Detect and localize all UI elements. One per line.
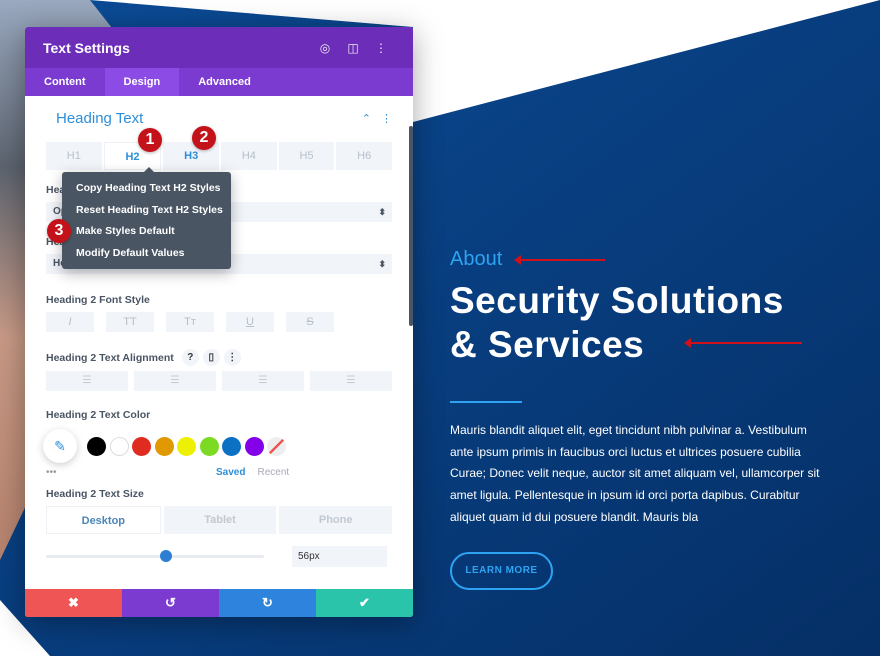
menu-item-copy-styles[interactable]: Copy Heading Text H2 Styles (76, 178, 221, 200)
title-line-2: & Services (450, 324, 645, 365)
hero-section: About Security Solutions & Services Mauri… (450, 248, 825, 590)
more-colors-button[interactable]: ••• (46, 467, 216, 478)
step-badge-3: 3 (47, 219, 71, 243)
section-title[interactable]: Heading Text (56, 110, 352, 127)
device-tab-phone[interactable]: Phone (279, 506, 393, 534)
color-swatch[interactable] (87, 436, 106, 456)
options-icon[interactable]: ⋮ (223, 349, 241, 366)
help-icon[interactable]: ? (181, 349, 199, 366)
alignment-label: Heading 2 Text Alignment (46, 351, 174, 364)
body-paragraph: Mauris blandit aliquet elit, eget tincid… (450, 423, 820, 524)
color-swatch[interactable] (222, 436, 241, 456)
heading-tab-h4[interactable]: H4 (221, 142, 277, 170)
tab-design[interactable]: Design (104, 68, 180, 96)
color-swatch[interactable] (244, 436, 264, 456)
heading-tab-h1[interactable]: H1 (46, 142, 102, 170)
text-settings-modal: Text Settings ◎ ◫ ⋮ Content Design Advan… (25, 27, 413, 617)
menu-item-modify-defaults[interactable]: Modify Default Values (76, 243, 217, 265)
align-justify-button[interactable]: ☰ (310, 371, 392, 391)
modal-title: Text Settings (43, 39, 130, 56)
font-style-label: Heading 2 Font Style (46, 294, 150, 306)
heading-level-tabs: H1 H2 H3 H4 H5 H6 (46, 142, 393, 170)
saved-colors-tab[interactable]: Saved (216, 467, 245, 478)
responsive-icon[interactable]: ▯ (202, 349, 220, 366)
italic-button[interactable]: I (46, 312, 94, 332)
strikethrough-button[interactable]: S (286, 312, 334, 332)
device-tab-tablet[interactable]: Tablet (163, 506, 277, 534)
undo-button[interactable]: ↺ (122, 589, 219, 617)
color-swatch[interactable] (154, 436, 174, 456)
modal-header: Text Settings ◎ ◫ ⋮ (25, 27, 413, 68)
recent-colors-tab[interactable]: Recent (257, 467, 289, 478)
title-line-1: Security Solutions (450, 280, 784, 321)
cancel-button[interactable]: ✖ (25, 589, 122, 617)
color-swatch[interactable] (177, 436, 196, 456)
more-options-icon[interactable]: ⋮ (367, 41, 395, 55)
eyedropper-icon[interactable]: ✎ (43, 429, 77, 463)
focus-icon[interactable]: ◎ (311, 41, 339, 55)
slider-handle[interactable] (159, 550, 172, 562)
color-swatch[interactable] (132, 436, 151, 456)
size-input[interactable]: 56px (292, 546, 387, 567)
uppercase-button[interactable]: TT (106, 312, 154, 332)
menu-item-reset-styles[interactable]: Reset Heading Text H2 Styles (76, 200, 223, 222)
section-menu-icon[interactable]: ⋮ (381, 112, 392, 125)
capitalize-button[interactable]: Tт (166, 312, 214, 332)
hero-title: Security Solutions & Services (450, 279, 825, 367)
color-swatch[interactable] (109, 436, 129, 456)
redo-button[interactable]: ↻ (219, 589, 316, 617)
divider (450, 401, 522, 403)
size-label: Heading 2 Text Size (46, 488, 144, 500)
no-color-swatch[interactable] (267, 436, 286, 456)
step-badge-1: 1 (138, 128, 162, 152)
color-label: Heading 2 Text Color (46, 409, 151, 421)
menu-item-make-default[interactable]: Make Styles Default (76, 221, 217, 243)
underline-button[interactable]: U (226, 312, 274, 332)
learn-more-button[interactable]: LEARN MORE (450, 551, 553, 590)
heading-tab-h5[interactable]: H5 (278, 142, 335, 170)
modal-footer: ✖ ↺ ↻ ✔ (25, 589, 413, 617)
color-swatch[interactable] (199, 436, 219, 456)
modal-tabs: Content Design Advanced (25, 68, 413, 96)
context-menu: Copy Heading Text H2 Styles Reset Headin… (62, 167, 231, 269)
modal-body: Heading Text ⌃ ⋮ H1 H2 H3 H4 H5 H6 Heading… (25, 96, 413, 589)
align-center-button[interactable]: ☰ (134, 371, 216, 391)
color-swatches: ✎ (43, 429, 392, 463)
step-badge-2: 2 (192, 126, 216, 150)
scrollbar[interactable] (409, 126, 413, 326)
annotation-arrow (684, 338, 802, 348)
align-right-button[interactable]: ☰ (222, 371, 304, 391)
save-button[interactable]: ✔ (316, 589, 413, 617)
annotation-arrow (514, 255, 605, 265)
sidebar-toggle-icon[interactable]: ◫ (339, 41, 367, 55)
align-left-button[interactable]: ☰ (46, 371, 128, 391)
tab-content[interactable]: Content (25, 68, 105, 96)
size-slider[interactable] (46, 550, 264, 562)
tab-advanced[interactable]: Advanced (179, 68, 270, 96)
eyebrow-text: About (450, 248, 503, 270)
heading-tab-h6[interactable]: H6 (336, 142, 393, 170)
collapse-icon[interactable]: ⌃ (362, 112, 371, 125)
device-tab-desktop[interactable]: Desktop (46, 506, 161, 534)
